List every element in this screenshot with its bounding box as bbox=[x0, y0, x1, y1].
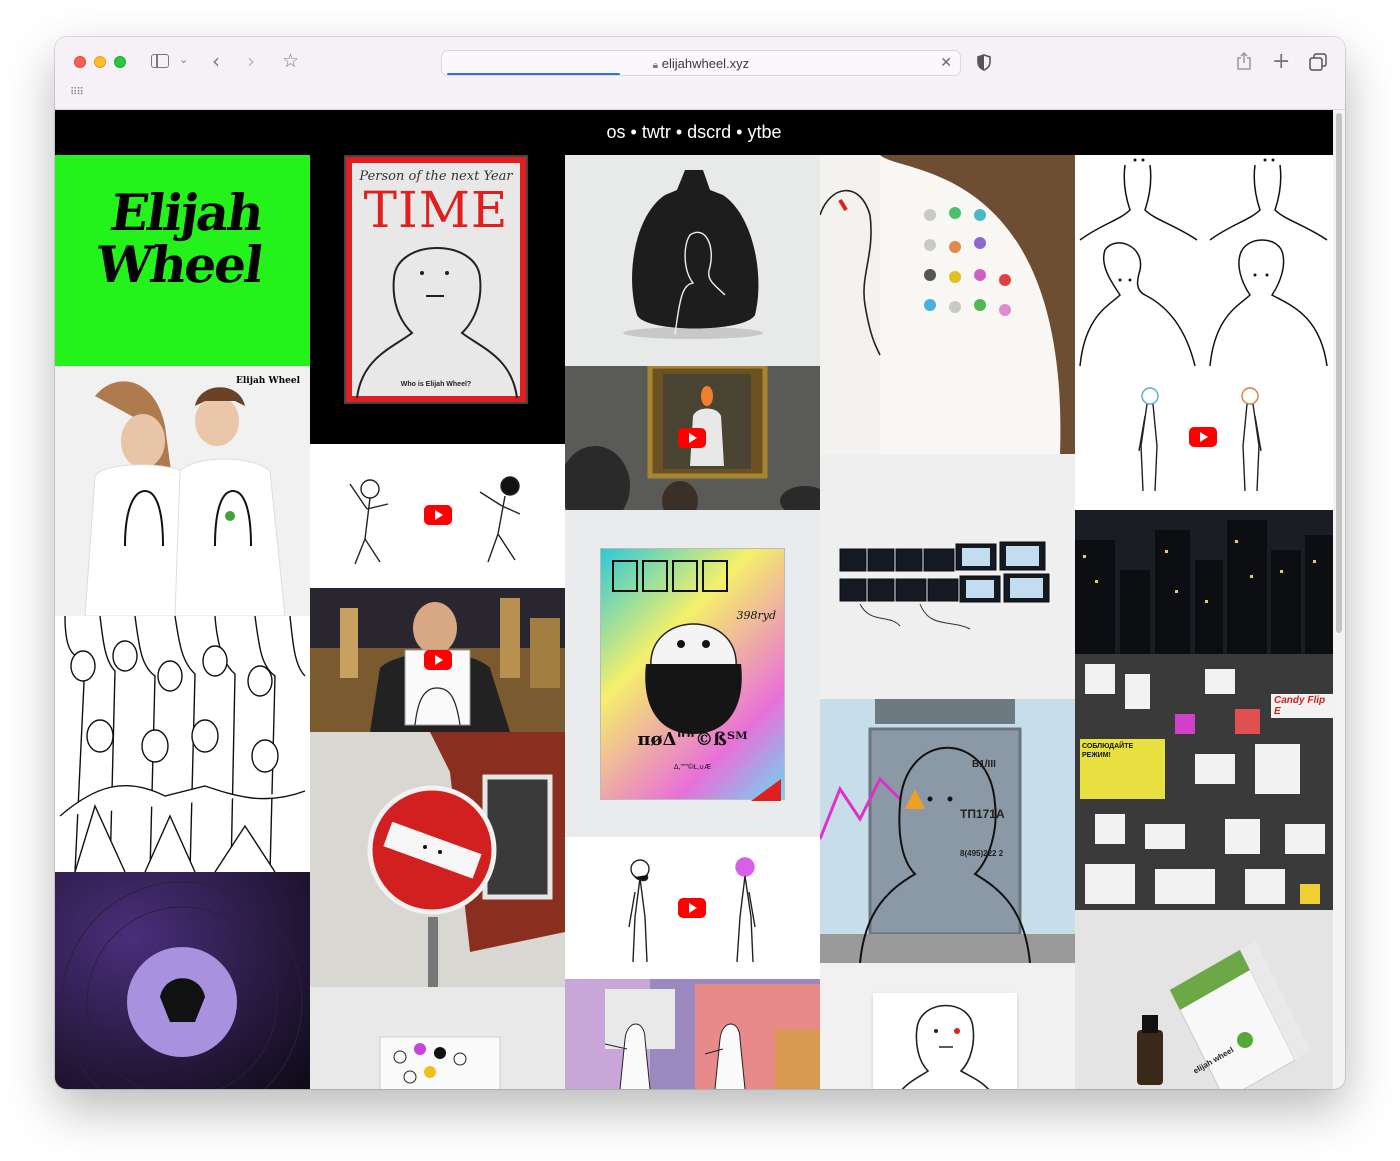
minimize-window-button[interactable] bbox=[94, 56, 106, 68]
poster-title: πøΔ""©ßᵀᴹ bbox=[637, 729, 748, 750]
sticker-candy-flip: Candy Flip E bbox=[1271, 694, 1333, 718]
gallery-tile-logo[interactable]: Elijah Wheel bbox=[55, 155, 310, 366]
gallery-tile-tshirts[interactable]: Elijah Wheel bbox=[55, 366, 310, 616]
apps-grid-icon[interactable]: ⠿⠿ bbox=[70, 87, 84, 98]
lock-icon: 🔒︎ bbox=[652, 60, 659, 71]
youtube-play-icon[interactable] bbox=[424, 505, 452, 525]
gallery-tile-poster[interactable]: 398ryd πøΔ""©ßᵀᴹ Δ,"""©Ɫ,∪Æ bbox=[565, 510, 820, 837]
monitor-installation-photo bbox=[839, 541, 1050, 630]
share-icon[interactable] bbox=[1236, 51, 1252, 71]
nav-link-twtr[interactable]: twtr bbox=[642, 122, 671, 142]
new-tab-icon[interactable]: + bbox=[1272, 49, 1290, 74]
gallery-tile-vinyl[interactable] bbox=[55, 872, 310, 1089]
cartoon-scene bbox=[565, 979, 820, 1089]
chevron-down-icon[interactable]: ⌄ bbox=[179, 53, 188, 66]
nav-separator: • bbox=[630, 122, 642, 142]
book-spread-photo bbox=[820, 155, 1075, 454]
tile-mini-logo: Elijah Wheel bbox=[236, 376, 300, 386]
four-figures-drawing bbox=[1079, 158, 1328, 366]
gallery-tile-trash-bag[interactable] bbox=[565, 155, 820, 366]
gallery-tile-four-figures[interactable] bbox=[1075, 155, 1333, 366]
browser-toolbar: ⌄ ‹ › ☆ ⠿⠿ 🔒︎ elijahwheel.xyz ✕ + bbox=[55, 37, 1345, 110]
nav-link-dscrd[interactable]: dscrd bbox=[687, 122, 731, 142]
sticker-wall-photo bbox=[1075, 654, 1333, 910]
canvas-frame bbox=[873, 993, 1017, 1089]
street-sign-photo bbox=[310, 732, 565, 987]
door-label-top: B1/III bbox=[972, 759, 996, 770]
gallery-tile-stickers[interactable] bbox=[310, 987, 565, 1089]
vinyl-record-image bbox=[55, 872, 310, 1089]
youtube-play-icon[interactable] bbox=[1189, 427, 1217, 447]
door-label-mid: ТП171А bbox=[960, 807, 1005, 821]
gallery-grid: Elijah Wheel Elijah Wheel Person of the … bbox=[55, 155, 1333, 1089]
night-city-photo bbox=[1075, 510, 1333, 654]
gallery-tile-door[interactable]: B1/III ТП171А 8(495)222 2 bbox=[820, 699, 1075, 963]
gallery-tile-sticker-wall[interactable]: Candy Flip E СОБЛЮДАЙТЕ РЕЖИМ! bbox=[1075, 654, 1333, 910]
page-load-progress bbox=[447, 73, 621, 75]
privacy-shield-icon[interactable] bbox=[977, 54, 991, 71]
gallery-tile-city-night[interactable] bbox=[1075, 510, 1333, 654]
gallery-tile-cartoon[interactable] bbox=[565, 979, 820, 1089]
crowd-drawing bbox=[59, 616, 306, 872]
canvas-figure-drawing bbox=[901, 1004, 990, 1089]
nav-link-os[interactable]: os bbox=[606, 122, 625, 142]
poster-sheet: 398ryd πøΔ""©ßᵀᴹ Δ,"""©Ɫ,∪Æ bbox=[600, 548, 785, 801]
magazine-figure-drawing bbox=[356, 247, 518, 398]
address-bar[interactable]: 🔒︎ elijahwheel.xyz ✕ bbox=[441, 50, 961, 76]
address-url[interactable]: 🔒︎ elijahwheel.xyz bbox=[442, 56, 960, 71]
scrollbar-thumb[interactable] bbox=[1336, 113, 1342, 633]
magazine-cover: Person of the next Year TIME Who is Elij… bbox=[346, 157, 526, 402]
stop-loading-icon[interactable]: ✕ bbox=[940, 54, 952, 71]
tshirt-couple-image bbox=[84, 381, 286, 616]
gallery-tile-canvas[interactable] bbox=[820, 963, 1075, 1089]
door-mural-photo bbox=[820, 699, 1075, 963]
gallery-tile-tv-show[interactable] bbox=[310, 588, 565, 732]
nav-separator: • bbox=[675, 122, 688, 142]
gallery-tile-video-color-heads[interactable] bbox=[1075, 366, 1333, 510]
gallery-tile-video-dance[interactable] bbox=[310, 444, 565, 588]
gallery-tile-monitors[interactable] bbox=[820, 454, 1075, 699]
youtube-play-icon[interactable] bbox=[424, 650, 452, 670]
gallery-tile-product-box[interactable]: elijah wheel bbox=[1075, 910, 1333, 1089]
gallery-tile-crowd[interactable] bbox=[55, 616, 310, 872]
forward-arrow-icon[interactable]: › bbox=[247, 49, 255, 73]
address-url-text: elijahwheel.xyz bbox=[661, 56, 750, 71]
maximize-window-button[interactable] bbox=[114, 56, 126, 68]
poster-subtitle: Δ,"""©Ɫ,∪Æ bbox=[673, 764, 712, 771]
poster-price: 398ryd bbox=[736, 609, 776, 622]
page-scrollbar[interactable] bbox=[1333, 110, 1345, 1089]
nav-link-ytbe[interactable]: ytbe bbox=[747, 122, 781, 142]
gallery-tile-street-sign[interactable] bbox=[310, 732, 565, 987]
sidebar-toggle-icon[interactable] bbox=[151, 54, 169, 68]
gallery-tile-video-beard[interactable] bbox=[565, 837, 820, 979]
youtube-play-icon[interactable] bbox=[678, 428, 706, 448]
youtube-play-icon[interactable] bbox=[678, 898, 706, 918]
close-window-button[interactable] bbox=[74, 56, 86, 68]
gallery-tile-time-cover[interactable]: Person of the next Year TIME Who is Elij… bbox=[310, 155, 565, 444]
magazine-caption: Who is Elijah Wheel? bbox=[400, 381, 472, 388]
sticker-banner: СОБЛЮДАЙТЕ РЕЖИМ! bbox=[1082, 743, 1134, 759]
back-arrow-icon[interactable]: ‹ bbox=[212, 49, 220, 73]
gallery-tile-book[interactable] bbox=[820, 155, 1075, 454]
tab-overview-icon[interactable] bbox=[1309, 53, 1327, 71]
sticker-sheet-photo bbox=[379, 1036, 501, 1089]
bookmark-star-icon[interactable]: ☆ bbox=[282, 50, 299, 72]
site-navbar: os • twtr • dscrd • ytbe bbox=[55, 110, 1333, 155]
logo-text: Elijah Wheel bbox=[92, 183, 266, 294]
door-label-bottom: 8(495)222 2 bbox=[960, 849, 1004, 858]
gallery-tile-gallery-video[interactable] bbox=[565, 366, 820, 510]
nav-separator: • bbox=[736, 122, 748, 142]
trash-bag-photo bbox=[623, 170, 763, 339]
browser-window: ⌄ ‹ › ☆ ⠿⠿ 🔒︎ elijahwheel.xyz ✕ + os • t… bbox=[55, 37, 1345, 1089]
